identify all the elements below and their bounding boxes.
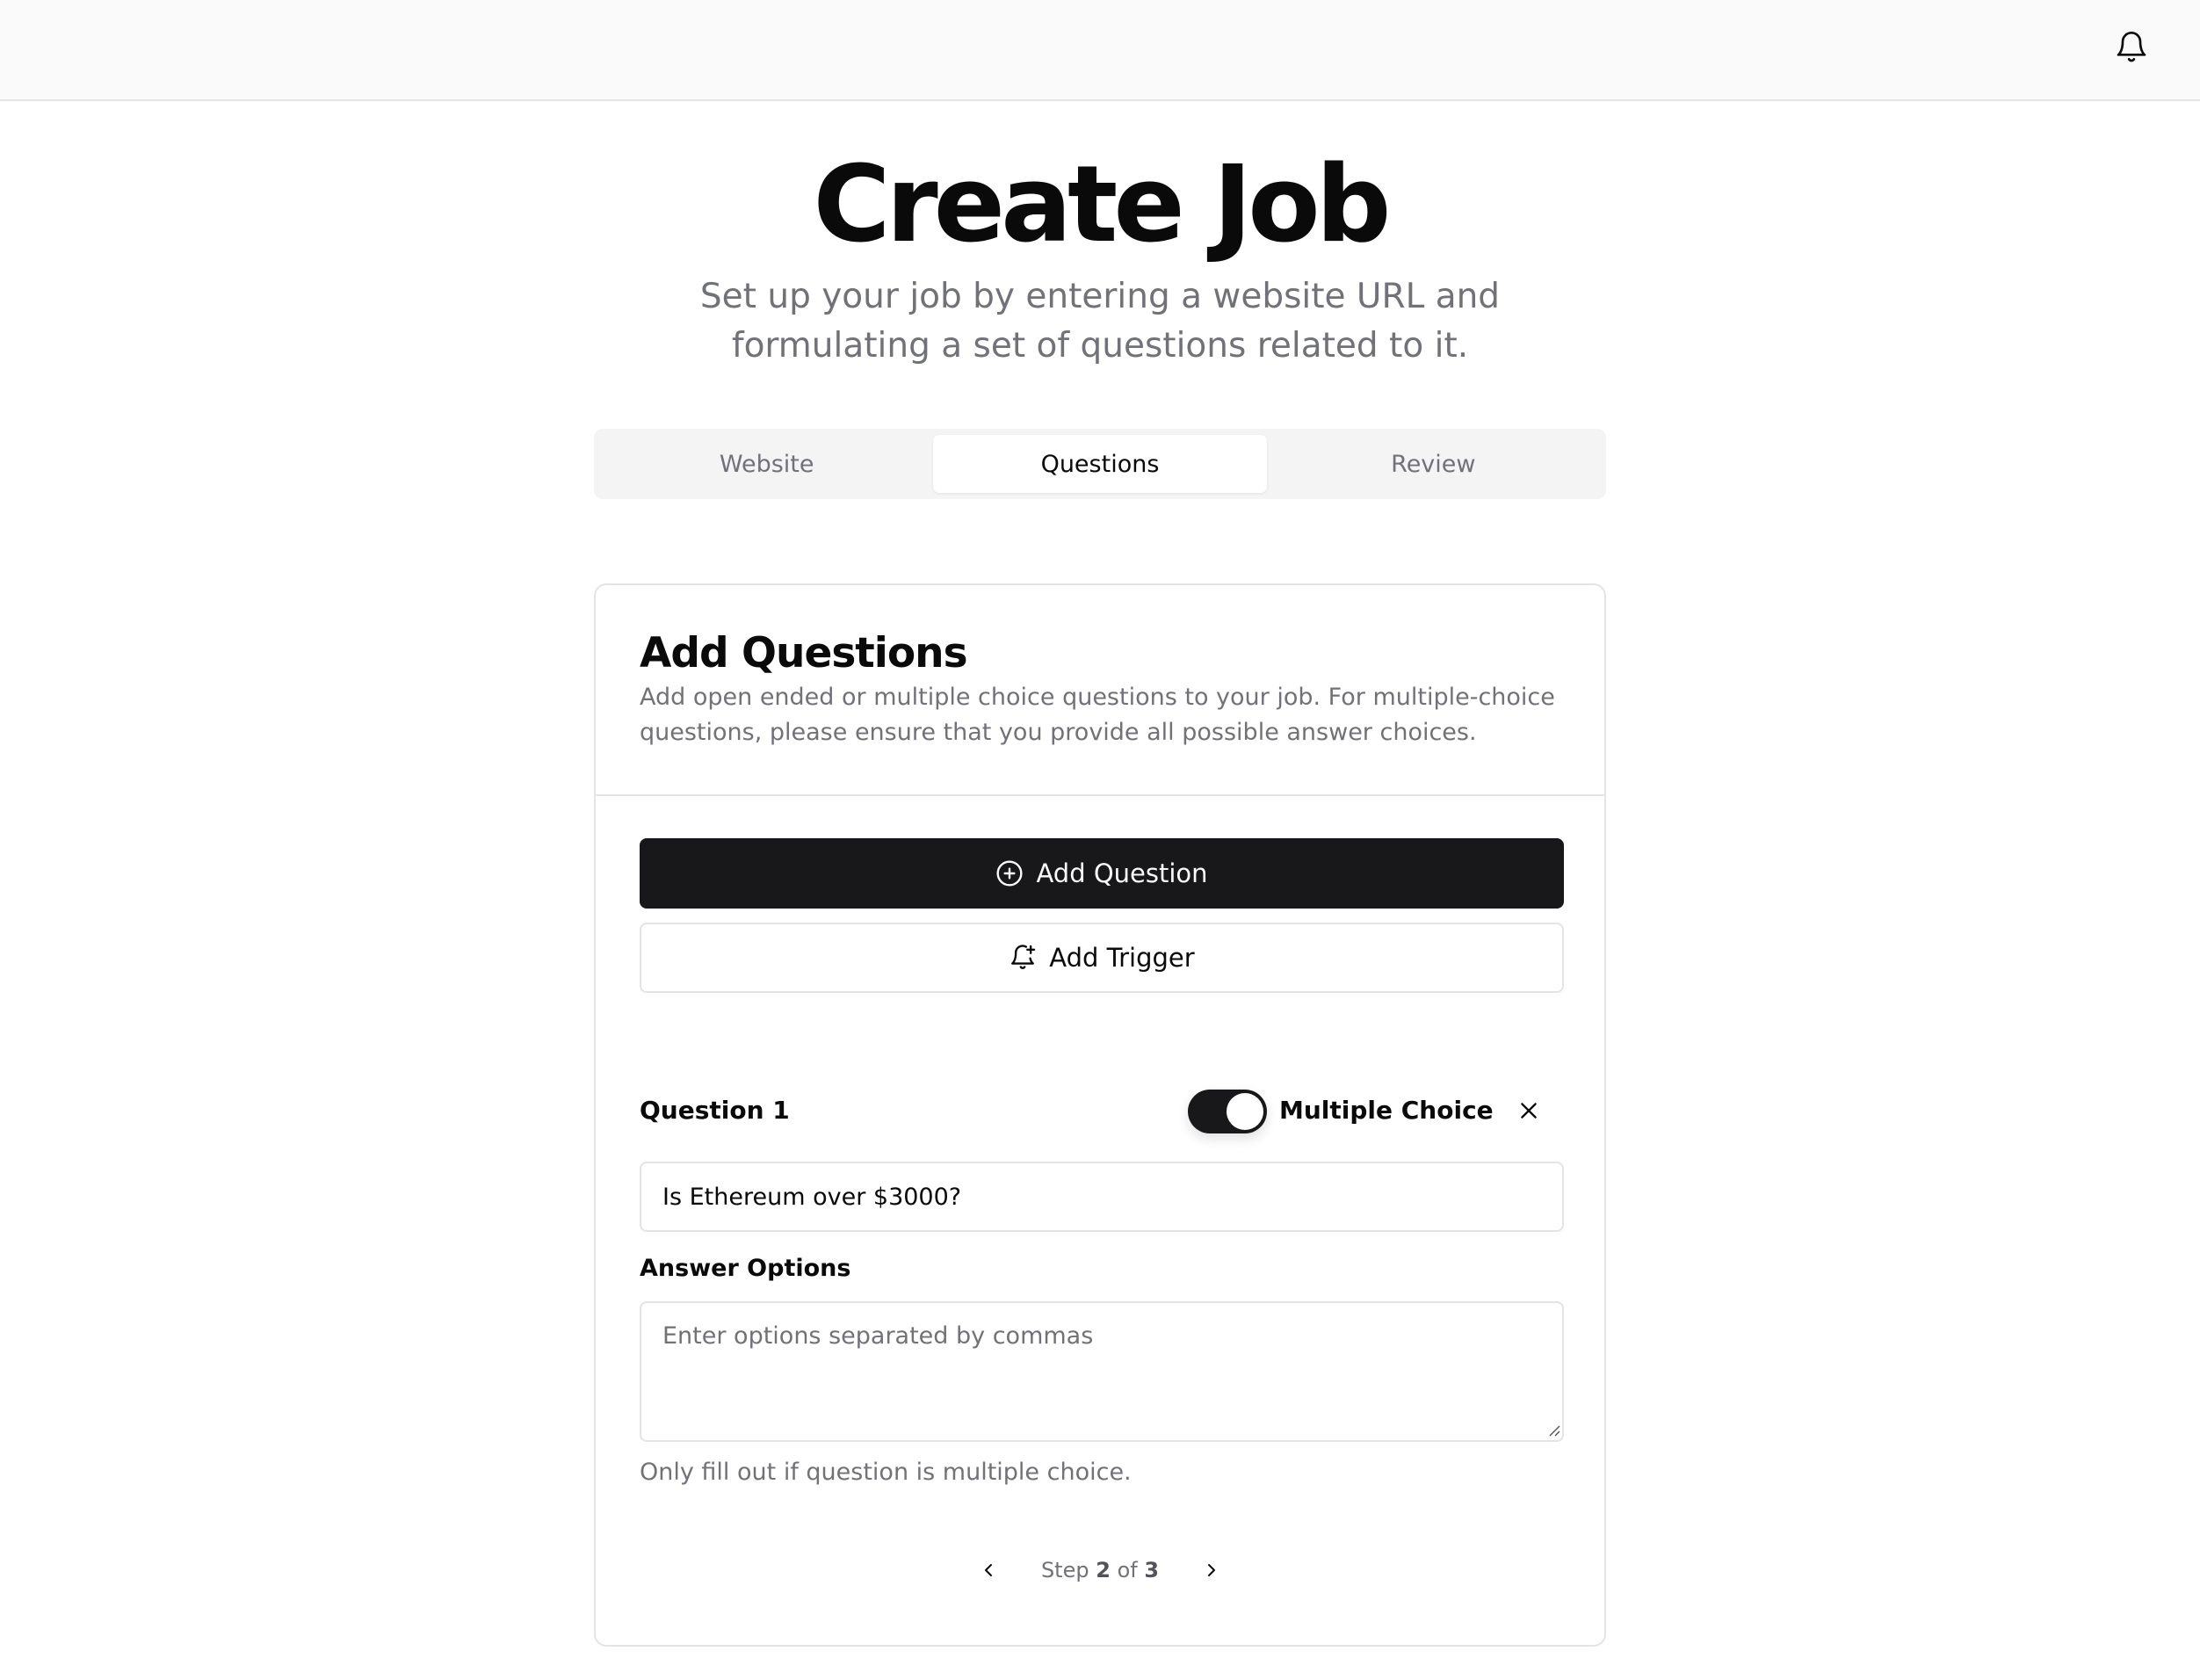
question-input[interactable] <box>640 1162 1564 1232</box>
remove-question-button[interactable] <box>1511 1093 1546 1128</box>
card-description: Add open ended or multiple choice questi… <box>640 684 1555 746</box>
card-title: Add Questions <box>640 629 968 677</box>
step-current: 2 <box>1096 1558 1111 1582</box>
answer-options-helper: Only fill out if question is multiple ch… <box>640 1459 1132 1486</box>
notifications-button[interactable] <box>2109 23 2154 72</box>
tab-review[interactable]: Review <box>1267 435 1600 493</box>
add-trigger-label: Add Trigger <box>1049 943 1195 973</box>
answer-options-textarea[interactable] <box>640 1301 1564 1442</box>
tab-questions[interactable]: Questions <box>933 435 1267 493</box>
multiple-choice-toggle[interactable] <box>1188 1090 1267 1133</box>
answer-options-label: Answer Options <box>640 1255 851 1282</box>
bell-plus-icon <box>1011 945 1036 969</box>
chevron-left-icon <box>984 1564 992 1576</box>
step-prefix: Step <box>1040 1558 1089 1582</box>
step-indicator: Step 2 of 3 <box>1041 1558 1159 1582</box>
toggle-knob <box>1227 1093 1263 1130</box>
step-pagination: Step 2 of 3 <box>596 1548 1604 1592</box>
step-total: 3 <box>1144 1558 1160 1582</box>
step-tabs: Website Questions Review <box>594 429 1606 499</box>
add-trigger-button[interactable]: Add Trigger <box>640 923 1564 993</box>
card-header: Add Questions Add open ended or multiple… <box>596 585 1604 796</box>
chevron-right-icon <box>1208 1564 1216 1576</box>
next-step-button[interactable] <box>1194 1553 1229 1588</box>
close-icon <box>1521 1103 1537 1119</box>
resize-grip-icon[interactable] <box>1546 1423 1560 1437</box>
question-label: Question 1 <box>640 1096 790 1125</box>
previous-step-button[interactable] <box>971 1553 1006 1588</box>
plus-circle-icon <box>996 860 1023 887</box>
page-subtitle: Set up your job by entering a website UR… <box>699 277 1501 366</box>
step-middle: of <box>1117 1558 1138 1582</box>
add-questions-card: Add Questions Add open ended or multiple… <box>594 583 1606 1647</box>
top-bar <box>0 0 2200 101</box>
tab-website[interactable]: Website <box>600 435 933 493</box>
add-question-button[interactable]: Add Question <box>640 838 1564 909</box>
page-title: Create Job <box>813 144 1391 266</box>
multiple-choice-label: Multiple Choice <box>1279 1096 1494 1125</box>
add-question-label: Add Question <box>1036 858 1208 888</box>
bell-icon <box>2117 32 2146 62</box>
